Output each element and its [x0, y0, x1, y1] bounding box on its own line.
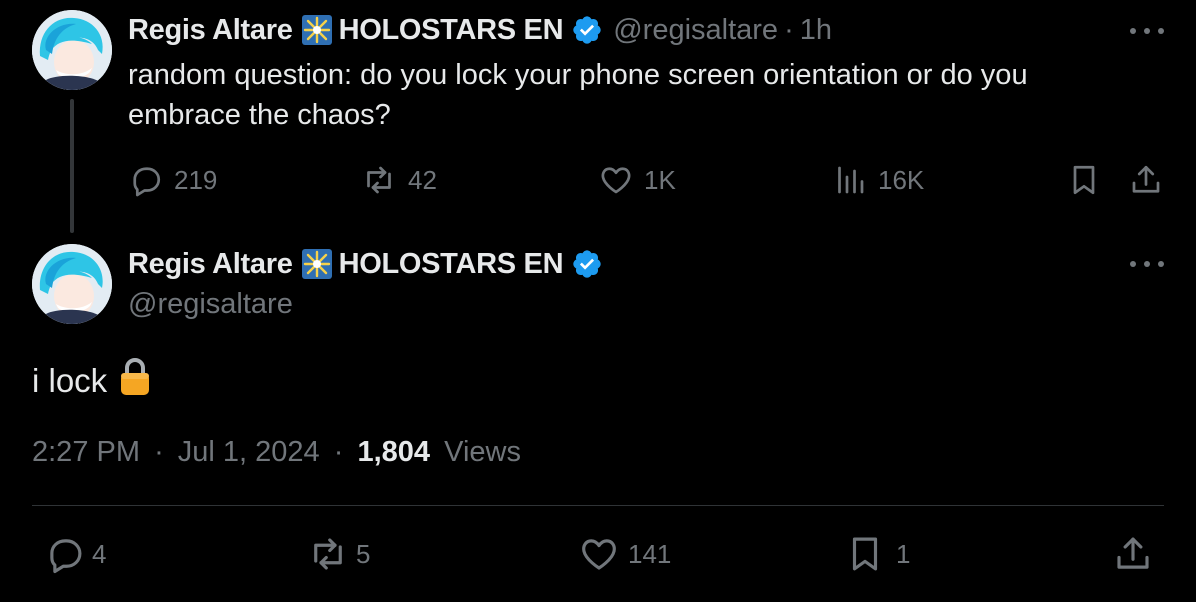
more-options-icon[interactable] — [1130, 26, 1164, 36]
share-button[interactable] — [1128, 160, 1164, 200]
display-name[interactable]: Regis Altare — [128, 246, 293, 282]
share-button[interactable] — [1112, 534, 1154, 574]
view-count: 1,804 — [357, 436, 431, 468]
repost-button[interactable]: 42 — [360, 160, 437, 200]
handle[interactable]: @regisaltare — [613, 12, 778, 48]
separator-dot: · — [154, 436, 164, 468]
more-options-icon[interactable] — [1130, 259, 1164, 269]
bookmark-count: 1 — [896, 538, 911, 569]
tweet-header: Regis Altare HOLOSTARS EN @regisaltare ·… — [128, 12, 832, 48]
repost-arrows-icon — [314, 538, 342, 570]
repost-count: 5 — [356, 538, 371, 569]
avatar[interactable] — [32, 244, 112, 324]
tweet-text: random question: do you lock your phone … — [128, 55, 1148, 135]
tweet-text-line: random question: do you lock your phone … — [128, 59, 1028, 91]
bookmark-icon — [852, 537, 878, 571]
tweet-time[interactable]: 2:27 PM — [32, 436, 140, 468]
views-button[interactable]: 16K — [832, 160, 924, 200]
tweet-text: i lock — [32, 356, 151, 405]
bookmark-button[interactable]: 1 — [844, 534, 910, 574]
tweet-date[interactable]: Jul 1, 2024 — [178, 436, 320, 468]
like-count: 1K — [644, 164, 676, 195]
holostars-badge-icon — [301, 14, 333, 46]
share-upload-icon — [1132, 165, 1160, 193]
bar-chart-icon — [838, 166, 864, 194]
tweet-text-content: i lock — [32, 361, 108, 399]
tweet-metadata: 2:27 PM · Jul 1, 2024 · 1,804 Views — [32, 436, 521, 469]
heart-icon — [601, 167, 631, 194]
like-count: 141 — [628, 538, 672, 569]
separator-dot: · — [784, 14, 794, 46]
reply-button[interactable]: 219 — [128, 160, 217, 200]
avatar[interactable] — [32, 10, 112, 90]
display-name[interactable]: Regis Altare — [128, 12, 293, 48]
handle[interactable]: @regisaltare — [128, 286, 293, 322]
verified-badge-icon — [573, 250, 601, 278]
tweet-header: Regis Altare HOLOSTARS EN — [128, 246, 603, 282]
divider — [32, 505, 1164, 506]
like-button[interactable]: 1K — [598, 160, 676, 200]
heart-icon — [582, 539, 616, 570]
speech-bubble-icon — [133, 167, 161, 197]
repost-arrows-icon — [367, 166, 391, 194]
lock-emoji — [119, 356, 151, 405]
like-button[interactable]: 141 — [578, 534, 671, 574]
repost-button[interactable]: 5 — [306, 534, 370, 574]
separator-dot: · — [333, 436, 344, 468]
bookmark-icon — [1073, 165, 1095, 195]
bookmark-button[interactable] — [1066, 160, 1102, 200]
reply-button[interactable]: 4 — [44, 534, 106, 574]
thread-connector-line — [70, 99, 74, 233]
reply-count: 4 — [92, 538, 107, 569]
view-count: 16K — [878, 164, 925, 195]
holostars-badge-icon — [301, 248, 333, 280]
affiliation-name[interactable]: HOLOSTARS EN — [339, 12, 564, 48]
repost-count: 42 — [408, 164, 437, 195]
reply-count: 219 — [174, 164, 218, 195]
views-label: Views — [444, 436, 521, 468]
affiliation-name[interactable]: HOLOSTARS EN — [339, 246, 564, 282]
verified-badge-icon — [573, 16, 601, 44]
speech-bubble-icon — [50, 539, 82, 574]
share-upload-icon — [1117, 537, 1149, 569]
tweet-text-line: embrace the chaos? — [128, 99, 391, 131]
timestamp[interactable]: 1h — [800, 12, 832, 48]
